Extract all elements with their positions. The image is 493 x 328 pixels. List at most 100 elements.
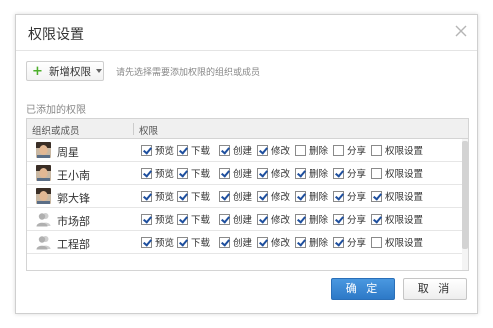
permission-label: 删除 [309, 192, 329, 203]
permission-checkbox[interactable]: 修改 [257, 143, 290, 157]
permission-checkbox[interactable]: 分享 [333, 189, 366, 203]
permission-label: 修改 [271, 238, 291, 249]
scrollbar[interactable] [462, 139, 468, 270]
column-divider [133, 123, 134, 135]
permission-checkbox[interactable]: 下载 [177, 143, 210, 157]
table-row: 王小南 预览 下载 创建 修改 删除 分享 权限设置 [27, 162, 468, 185]
permission-checkbox[interactable]: 权限设置 [371, 166, 423, 180]
permission-checkbox[interactable]: 权限设置 [371, 212, 423, 226]
permission-checkbox[interactable]: 分享 [333, 166, 366, 180]
checkbox-checked[interactable] [177, 236, 188, 248]
permission-checkbox[interactable]: 创建 [219, 189, 252, 203]
permission-checkbox[interactable]: 删除 [295, 235, 328, 249]
checkbox-unchecked[interactable] [371, 236, 382, 248]
checkbox-checked[interactable] [219, 144, 230, 156]
checkbox-checked[interactable] [295, 213, 306, 225]
permission-label: 权限设置 [385, 215, 424, 226]
permission-checkbox[interactable]: 创建 [219, 212, 252, 226]
permission-label: 下载 [191, 169, 211, 180]
permission-label: 删除 [309, 238, 329, 249]
avatar [36, 188, 51, 204]
permission-checkbox[interactable]: 预览 [141, 189, 174, 203]
checkbox-checked[interactable] [177, 190, 188, 202]
permission-label: 权限设置 [385, 238, 424, 249]
permission-checkbox[interactable]: 分享 [333, 143, 366, 157]
permission-checkbox[interactable]: 修改 [257, 212, 290, 226]
member-name: 王小南 [57, 169, 90, 182]
checkbox-checked[interactable] [141, 144, 152, 156]
add-permission-button[interactable]: + 新增权限 [26, 61, 104, 81]
dialog-footer: 确 定 取 消 [16, 273, 477, 313]
permission-checkbox[interactable]: 删除 [295, 166, 328, 180]
permission-label: 删除 [309, 215, 329, 226]
permission-label: 创建 [233, 215, 253, 226]
checkbox-checked[interactable] [333, 213, 344, 225]
permission-label: 创建 [233, 192, 253, 203]
checkbox-checked[interactable] [295, 190, 306, 202]
member-name: 市场部 [57, 215, 90, 228]
checkbox-checked[interactable] [333, 190, 344, 202]
checkbox-checked[interactable] [141, 167, 152, 179]
permission-label: 权限设置 [385, 192, 424, 203]
close-icon[interactable] [453, 23, 469, 39]
permission-checkbox[interactable]: 下载 [177, 189, 210, 203]
checkbox-unchecked[interactable] [371, 144, 382, 156]
permission-checkbox[interactable]: 创建 [219, 235, 252, 249]
checkbox-checked[interactable] [257, 213, 268, 225]
table-row: 工程部 预览 下载 创建 修改 删除 分享 权限设置 [27, 231, 468, 254]
checkbox-checked[interactable] [177, 144, 188, 156]
permission-checkbox[interactable]: 修改 [257, 235, 290, 249]
permission-label: 创建 [233, 238, 253, 249]
permission-checkbox[interactable]: 修改 [257, 166, 290, 180]
permission-checkbox[interactable]: 预览 [141, 143, 174, 157]
permission-checkbox[interactable]: 下载 [177, 235, 210, 249]
checkbox-checked[interactable] [219, 213, 230, 225]
checkbox-checked[interactable] [371, 190, 382, 202]
permission-checkbox[interactable]: 创建 [219, 143, 252, 157]
scrollbar-thumb[interactable] [462, 141, 468, 249]
checkbox-checked[interactable] [177, 167, 188, 179]
permission-checkbox[interactable]: 预览 [141, 166, 174, 180]
permission-checkbox[interactable]: 创建 [219, 166, 252, 180]
checkbox-checked[interactable] [371, 213, 382, 225]
cancel-button[interactable]: 取 消 [403, 278, 467, 300]
permission-checkbox[interactable]: 权限设置 [371, 235, 423, 249]
permission-checkbox[interactable]: 下载 [177, 166, 210, 180]
permission-label: 分享 [347, 169, 367, 180]
checkbox-checked[interactable] [219, 236, 230, 248]
checkbox-checked[interactable] [295, 167, 306, 179]
checkbox-unchecked[interactable] [371, 167, 382, 179]
checkbox-checked[interactable] [219, 190, 230, 202]
permission-label: 下载 [191, 215, 211, 226]
permission-checkbox[interactable]: 删除 [295, 189, 328, 203]
checkbox-checked[interactable] [177, 213, 188, 225]
checkbox-checked[interactable] [257, 190, 268, 202]
permission-checkbox[interactable]: 分享 [333, 235, 366, 249]
checkbox-checked[interactable] [295, 236, 306, 248]
checkbox-checked[interactable] [257, 144, 268, 156]
permission-checkbox[interactable]: 修改 [257, 189, 290, 203]
checkbox-unchecked[interactable] [295, 144, 306, 156]
checkbox-checked[interactable] [257, 236, 268, 248]
permission-label: 创建 [233, 146, 253, 157]
permission-checkbox[interactable]: 预览 [141, 235, 174, 249]
checkbox-checked[interactable] [141, 190, 152, 202]
confirm-button[interactable]: 确 定 [331, 278, 395, 300]
table-row: 郭大锋 预览 下载 创建 修改 删除 分享 权限设置 [27, 185, 468, 208]
checkbox-checked[interactable] [257, 167, 268, 179]
checkbox-checked[interactable] [141, 236, 152, 248]
member-name: 周星 [57, 146, 79, 159]
permission-checkbox[interactable]: 删除 [295, 143, 328, 157]
permission-checkbox[interactable]: 删除 [295, 212, 328, 226]
permission-checkbox[interactable]: 权限设置 [371, 189, 423, 203]
add-hint: 请先选择需要添加权限的组织或成员 [116, 68, 261, 78]
permission-checkbox[interactable]: 下载 [177, 212, 210, 226]
permission-checkbox[interactable]: 分享 [333, 212, 366, 226]
checkbox-checked[interactable] [333, 167, 344, 179]
permission-checkbox[interactable]: 权限设置 [371, 143, 423, 157]
checkbox-checked[interactable] [219, 167, 230, 179]
permission-checkbox[interactable]: 预览 [141, 212, 174, 226]
checkbox-unchecked[interactable] [333, 144, 344, 156]
checkbox-checked[interactable] [141, 213, 152, 225]
checkbox-checked[interactable] [333, 236, 344, 248]
